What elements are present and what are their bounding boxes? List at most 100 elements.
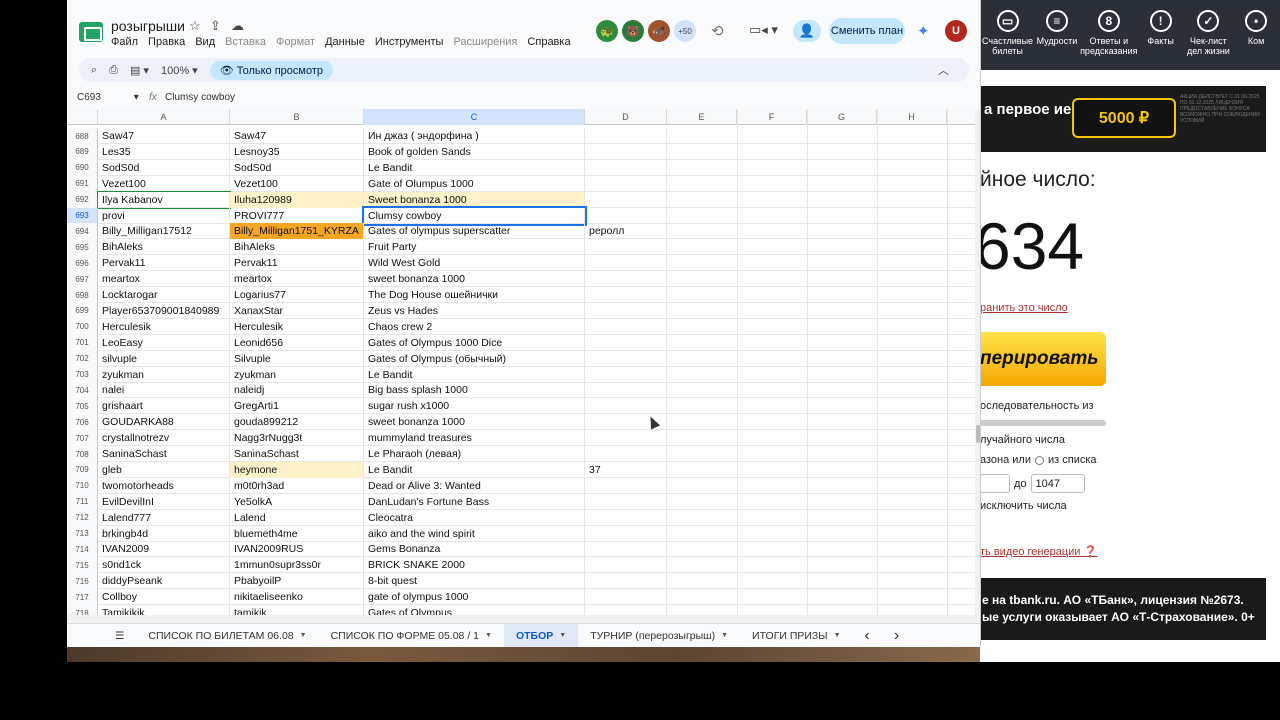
cell-c[interactable]: sweet bonanza 1000 <box>364 414 585 431</box>
save-number-link[interactable]: ранить это число <box>980 302 1068 314</box>
format-paint-icon[interactable]: ▤ ▾ <box>130 64 149 77</box>
menu-item[interactable]: Расширения <box>453 36 517 48</box>
column-header[interactable]: A <box>98 109 230 125</box>
row-number[interactable]: 692 <box>67 191 98 208</box>
row-number[interactable]: 689 <box>67 143 98 160</box>
cell-c[interactable]: Chaos crew 2 <box>364 318 585 335</box>
sequence-slider[interactable] <box>980 420 1106 426</box>
exclude-numbers-option[interactable]: исключить числа <box>980 500 1067 512</box>
cell-a[interactable]: grishaart <box>98 398 230 415</box>
row-number[interactable]: 701 <box>67 334 98 351</box>
cell-d[interactable] <box>585 191 667 208</box>
cell-d[interactable]: реролл <box>585 223 667 240</box>
cell-d[interactable] <box>585 239 667 256</box>
cell-c[interactable]: Gates of Olympus 1000 Dice <box>364 334 585 351</box>
cell-d[interactable] <box>585 143 667 160</box>
row-number[interactable]: 703 <box>67 366 98 383</box>
cell-c[interactable]: Gates of olympus superscatter <box>364 223 585 240</box>
row-number[interactable]: 694 <box>67 223 98 240</box>
cell-a[interactable]: silvuple <box>98 350 230 367</box>
column-header[interactable]: C <box>364 109 585 125</box>
generate-button[interactable]: перировать <box>980 332 1106 386</box>
select-all-corner[interactable] <box>67 109 98 125</box>
cell-a[interactable]: brkingb4d <box>98 525 230 542</box>
cell-d[interactable] <box>585 541 667 558</box>
cell-c[interactable]: mummyland treasures <box>364 430 585 447</box>
cell-c[interactable]: Gems Bonanza <box>364 541 585 558</box>
cell-d[interactable] <box>585 207 667 224</box>
cell-b[interactable]: Vezet100 <box>230 175 364 192</box>
cell-c[interactable]: Le Bandit <box>364 159 585 176</box>
cell-c[interactable]: BRICK SNAKE 2000 <box>364 557 585 574</box>
row-number[interactable]: 714 <box>67 541 98 558</box>
nav-item-more[interactable]: • Ком <box>1232 10 1280 70</box>
horizontal-scrollbar[interactable] <box>67 615 980 623</box>
print-icon[interactable]: ⎙ <box>109 64 118 77</box>
collaborator-avatar[interactable]: D <box>570 20 592 42</box>
cell-d[interactable] <box>585 589 667 606</box>
list-mode-radio[interactable] <box>1035 455 1044 465</box>
sheet-tab[interactable]: ОТБОР ▼ <box>503 623 579 647</box>
collaborator-avatar[interactable]: 🐻 <box>622 20 644 42</box>
menu-item[interactable]: Инструменты <box>375 36 444 48</box>
cell-a[interactable]: SaninaSchast <box>98 446 230 462</box>
view-only-badge[interactable]: 👁 Только просмотр <box>209 60 333 80</box>
sheets-logo-icon[interactable] <box>79 22 103 42</box>
column-header[interactable]: B <box>230 109 364 125</box>
cell-a[interactable]: Billy_Milligan17512 <box>98 223 230 240</box>
cell-b[interactable]: bluemeth4me <box>230 525 364 542</box>
cell-b[interactable]: 1mmun0supr3ss0r <box>230 557 364 574</box>
menu-item[interactable]: Файл <box>111 36 138 48</box>
row-number[interactable]: 704 <box>67 382 98 399</box>
cell-b[interactable]: heymone <box>230 461 364 478</box>
cell-b[interactable]: IVAN2009RUS <box>230 541 364 558</box>
cell-a[interactable]: Pervak11 <box>98 255 230 272</box>
cell-a[interactable]: diddyPseank <box>98 573 230 590</box>
cell-a[interactable]: Locktarogar <box>98 287 230 303</box>
cell-a[interactable]: Vezet100 <box>98 175 230 192</box>
cell-c[interactable]: Book of golden Sands <box>364 143 585 160</box>
cell-d[interactable] <box>585 271 667 288</box>
cell-a[interactable]: Lalend777 <box>98 509 230 526</box>
sheet-tab[interactable]: ТУРНИР (перерозыгрыш) ▼ <box>578 624 740 648</box>
cell-b[interactable]: Nagg3rNugg3t <box>230 430 364 447</box>
ad-banner-bottom[interactable]: е на tbank.ru. АО «ТБанк», лицензия №267… <box>980 578 1266 640</box>
move-icon[interactable]: ⇪ <box>210 18 221 34</box>
history-icon[interactable]: ⟲ <box>711 22 724 40</box>
cell-a[interactable]: provi <box>98 207 230 224</box>
cell-c[interactable]: Gates of Olympus <box>364 605 585 615</box>
cell-c[interactable]: Le Bandit <box>364 366 585 383</box>
cell-b[interactable]: XanaxStar <box>230 302 364 319</box>
zoom-select[interactable]: 100% ▾ <box>161 64 198 77</box>
collaborator-avatar[interactable]: 🐗 <box>648 20 670 42</box>
cell-a[interactable]: Player653709001840989 <box>98 302 230 319</box>
cell-b[interactable]: Herculesik <box>230 318 364 335</box>
search-icon[interactable]: ⌕ <box>91 64 97 77</box>
cell-a[interactable]: Herculesik <box>98 318 230 335</box>
range-to-input[interactable] <box>1030 474 1085 493</box>
cell-a[interactable]: Saw47 <box>98 128 230 144</box>
cell-c[interactable]: Le Bandit <box>364 461 585 478</box>
nav-item-checklist[interactable]: ✓ Чек-лист дел жизни <box>1185 10 1233 70</box>
chevron-right-icon[interactable]: › <box>882 624 911 648</box>
meet-icon[interactable]: ▭◂ ▾ <box>749 22 778 38</box>
row-number[interactable]: 690 <box>67 159 98 176</box>
spreadsheet-grid[interactable]: ABCDEFGH 688 Saw47 Saw47 Ин джаз ( эндорфин… <box>67 109 975 615</box>
menu-item[interactable]: Вставка <box>225 36 266 48</box>
cell-b[interactable]: SaninaSchast <box>230 446 364 462</box>
menu-item[interactable]: Вид <box>195 36 215 48</box>
cell-b[interactable]: Leonid656 <box>230 334 364 351</box>
cell-c[interactable]: sugar rush x1000 <box>364 398 585 415</box>
row-number[interactable]: 715 <box>67 557 98 574</box>
cell-d[interactable] <box>585 318 667 335</box>
cell-a[interactable]: Ilya Kabanov <box>97 190 231 209</box>
cell-a[interactable]: meartox <box>98 271 230 288</box>
row-number[interactable]: 702 <box>67 350 98 367</box>
cell-c[interactable]: aiko and the wind spirit <box>364 525 585 542</box>
row-number[interactable]: 709 <box>67 461 98 478</box>
cell-d[interactable] <box>585 573 667 590</box>
row-number[interactable]: 718 <box>67 605 98 615</box>
sheet-tab[interactable]: СПИСОК ПО ФОРМЕ 05.08 / 1 ▼ <box>319 624 504 648</box>
nav-item-facts[interactable]: ! Факты <box>1137 10 1185 70</box>
menu-item[interactable]: Формат <box>276 36 315 48</box>
